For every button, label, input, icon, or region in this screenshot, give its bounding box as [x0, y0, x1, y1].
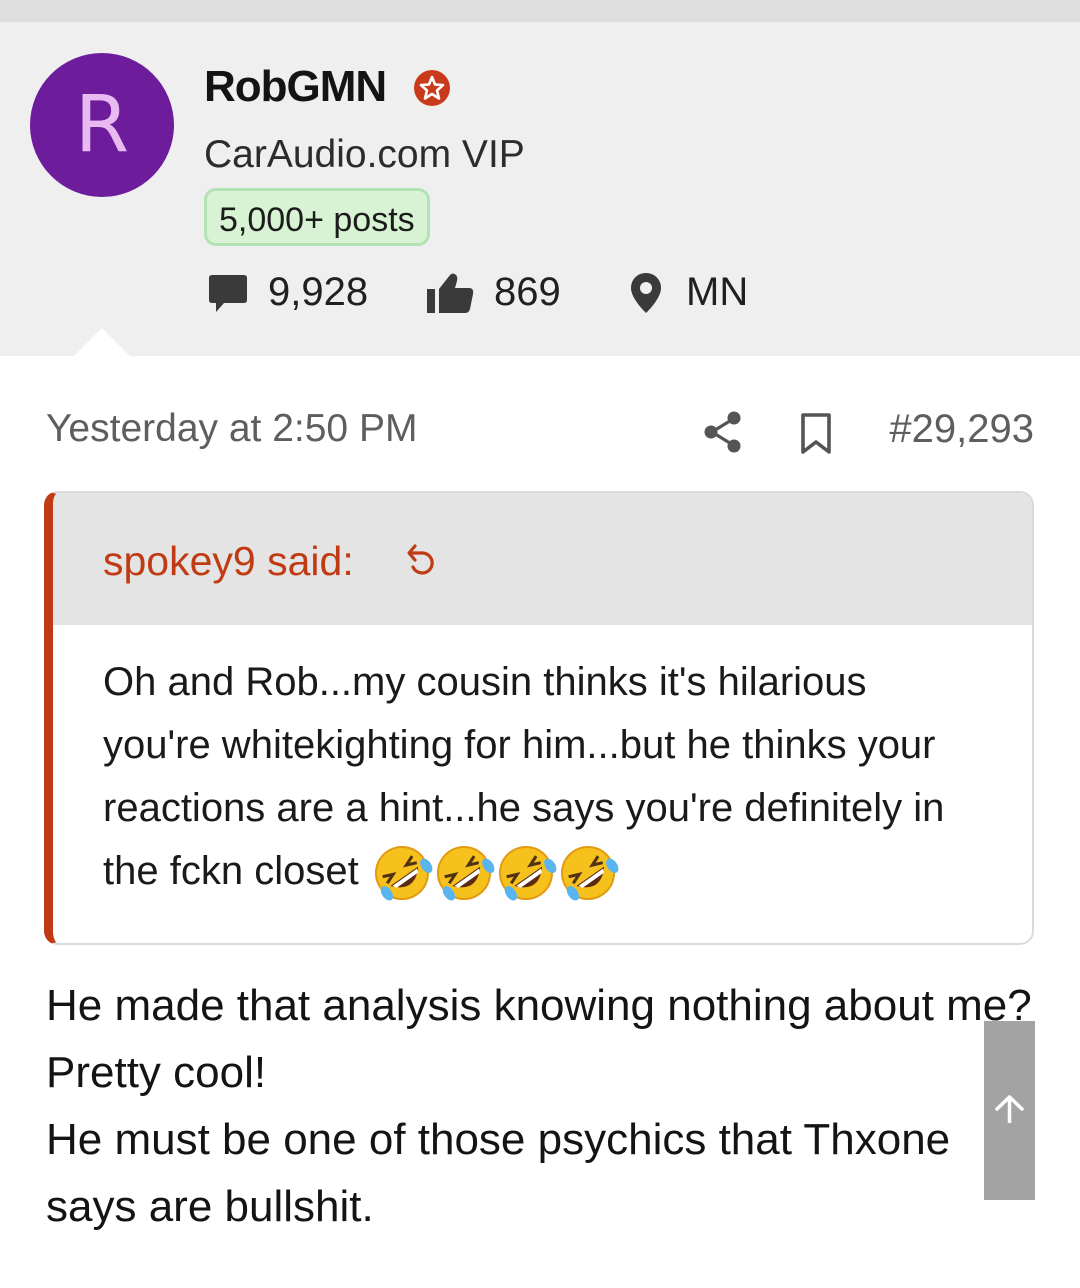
quote-text: Oh and Rob...my cousin thinks it's hilar… [103, 651, 983, 905]
user-title: CarAudio.com VIP [204, 133, 525, 176]
quote-header: spokey9 said: [53, 493, 1032, 625]
share-icon[interactable] [700, 408, 746, 456]
post-timestamp[interactable]: Yesterday at 2:50 PM [46, 404, 417, 454]
reaction-count: 869 [494, 270, 561, 314]
user-block-pointer [74, 328, 130, 356]
scroll-to-top-button[interactable] [984, 1021, 1035, 1200]
avatar[interactable]: R [30, 53, 174, 197]
location-pin-icon [631, 273, 661, 313]
quote-author[interactable]: spokey9 said: [103, 535, 354, 587]
rofl-emoji-icon [374, 846, 433, 901]
location-stat: MN [626, 266, 766, 318]
star-icon [414, 70, 450, 106]
rofl-emoji-icon [498, 846, 557, 901]
emoji-group [370, 846, 620, 901]
message-icon [209, 275, 247, 312]
top-strip [0, 0, 1080, 22]
bookmark-icon[interactable] [798, 412, 834, 456]
reaction-count-stat: 869 [424, 266, 584, 318]
username[interactable]: RobGMN [204, 60, 387, 114]
location: MN [686, 270, 749, 314]
post-number-link[interactable]: #29,293 [889, 404, 1034, 454]
post-body: He made that analysis knowing nothing ab… [46, 972, 1046, 1240]
arrow-up-icon [995, 1095, 1024, 1123]
post-body-line: He made that analysis knowing nothing ab… [46, 981, 1032, 1097]
message-count: 9,928 [268, 270, 369, 314]
message-count-stat: 9,928 [204, 266, 384, 318]
thumbs-up-icon [427, 273, 474, 313]
quote-block: spokey9 said: Oh and Rob...my cousin thi… [44, 491, 1034, 945]
rofl-emoji-icon [560, 846, 619, 901]
post-body-line: He must be one of those psychics that Th… [46, 1115, 951, 1231]
posts-badge: 5,000+ posts [204, 188, 430, 246]
jump-to-quote-icon[interactable] [403, 541, 437, 577]
rofl-emoji-icon [436, 846, 495, 901]
